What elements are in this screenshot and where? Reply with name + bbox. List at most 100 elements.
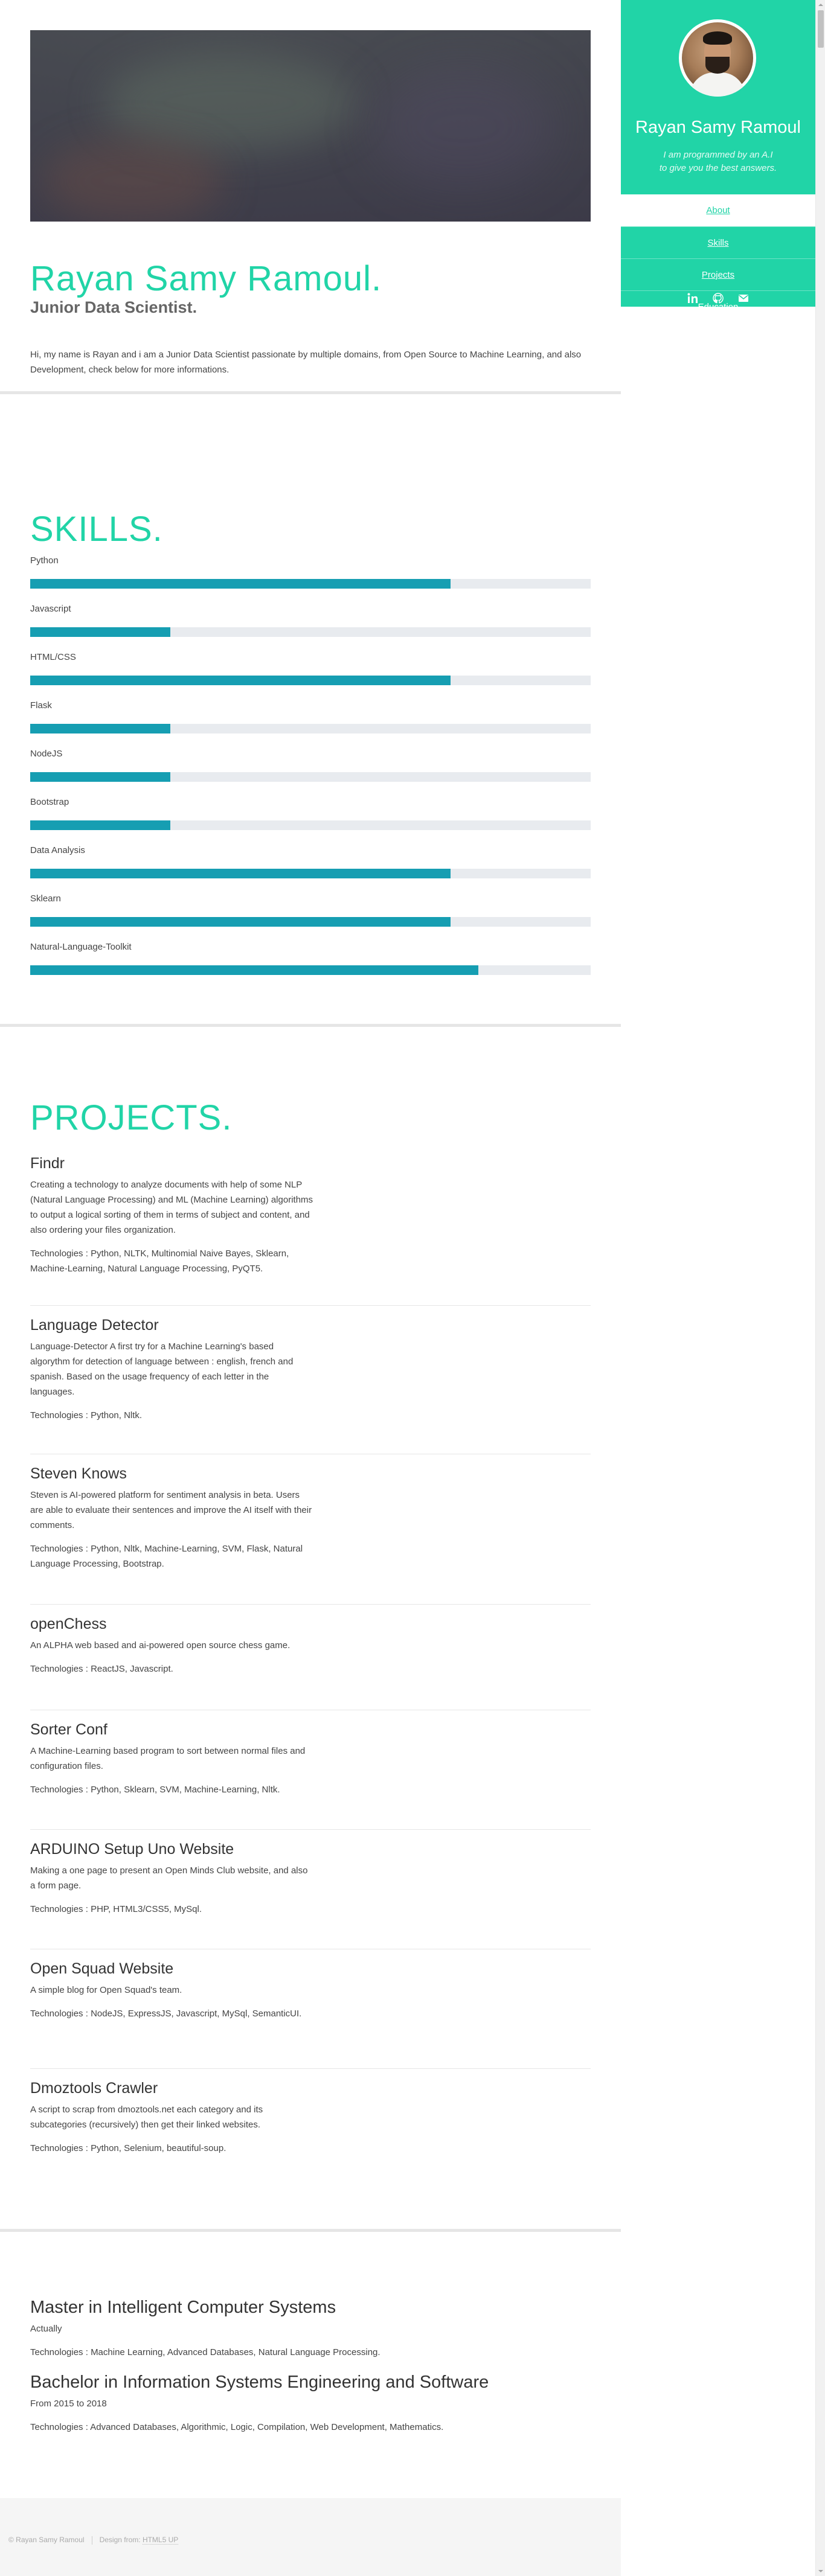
section-divider: [0, 1024, 621, 1027]
skill-progress-track: [30, 772, 591, 782]
skill-progress-fill: [30, 724, 170, 733]
skill-label: HTML/CSS: [30, 652, 76, 662]
project-title: Sorter Conf: [30, 1721, 108, 1738]
project-technologies: Technologies : Python, Selenium, beautif…: [30, 2143, 226, 2153]
skill-progress-fill: [30, 820, 170, 830]
project-technologies: Technologies : Python, Sklearn, SVM, Mac…: [30, 1785, 280, 1795]
avatar: [679, 19, 756, 97]
education-technologies: Technologies : Advanced Databases, Algor…: [30, 2422, 444, 2432]
project-item: Language Detector Language-Detector A fir…: [30, 1317, 591, 1454]
sidebar: Rayan Samy Ramoul I am programmed by an …: [621, 0, 815, 312]
skill-progress-track: [30, 627, 591, 637]
tagline-line-1: I am programmed by an A.I: [663, 150, 773, 160]
skill-progress-track: [30, 676, 591, 685]
project-technologies: Technologies : Python, NLTK, Multinomial…: [30, 1248, 289, 1274]
project-title: Open Squad Website: [30, 1960, 174, 1977]
footer-copyright: © Rayan Samy Ramoul: [8, 2536, 85, 2544]
section-divider: [0, 2229, 621, 2232]
project-item: Sorter Conf A Machine-Learning based prog…: [30, 1721, 591, 1830]
education-title: Master in Intelligent Computer Systems: [30, 2298, 336, 2317]
skill-label: Flask: [30, 700, 52, 711]
skill-progress-fill: [30, 965, 479, 975]
social-links: [621, 292, 815, 304]
project-item: Open Squad Website A simple blog for Open…: [30, 1960, 591, 2069]
page-scrollbar[interactable]: [815, 0, 825, 2576]
skill-item: NodeJS: [30, 747, 591, 795]
education-technologies: Technologies : Machine Learning, Advance…: [30, 2347, 380, 2357]
project-description: A simple blog for Open Squad's team.: [30, 1985, 182, 1995]
skill-label: Sklearn: [30, 893, 61, 904]
scroll-down-arrow-icon[interactable]: [816, 2566, 825, 2576]
project-item: openChess An ALPHA web based and ai-power…: [30, 1616, 591, 1710]
about-name-heading: Rayan Samy Ramoul.: [30, 259, 382, 298]
nav-item-projects[interactable]: Projects: [621, 258, 815, 290]
project-technologies: Technologies : PHP, HTML3/CSS5, MySql.: [30, 1904, 202, 1914]
sidebar-name: Rayan Samy Ramoul: [635, 118, 801, 137]
skill-progress-track: [30, 820, 591, 830]
skill-item: Python: [30, 554, 591, 602]
footer: © Rayan Samy Ramoul Design from: HTML5 UP: [0, 2498, 621, 2576]
footer-design-link[interactable]: HTML5 UP: [142, 2536, 179, 2545]
education-period: From 2015 to 2018: [30, 2399, 107, 2409]
project-title: Steven Knows: [30, 1465, 127, 1482]
project-title: ARDUINO Setup Uno Website: [30, 1841, 234, 1858]
project-item: Findr Creating a technology to analyze do…: [30, 1155, 591, 1306]
project-title: Language Detector: [30, 1317, 159, 1334]
skill-progress-fill: [30, 676, 451, 685]
skill-label: NodeJS: [30, 749, 63, 759]
skill-progress-track: [30, 724, 591, 733]
hero-banner-image: [30, 30, 591, 222]
project-title: Dmoztools Crawler: [30, 2080, 158, 2097]
skill-label: Data Analysis: [30, 845, 85, 855]
skill-progress-fill: [30, 627, 170, 637]
skill-item: Javascript: [30, 602, 591, 650]
tagline-line-2: to give you the best answers.: [659, 163, 777, 173]
project-technologies: Technologies : Python, Nltk.: [30, 1410, 143, 1421]
project-description: An ALPHA web based and ai-powered open s…: [30, 1640, 291, 1651]
nav-item-about[interactable]: About: [621, 194, 815, 226]
scrollbar-thumb[interactable]: [818, 10, 824, 48]
skill-progress-fill: [30, 869, 451, 878]
skill-item: Natural-Language-Toolkit: [30, 940, 591, 988]
skill-label: Bootstrap: [30, 797, 69, 807]
project-title: Findr: [30, 1155, 65, 1172]
sidebar-header: Rayan Samy Ramoul I am programmed by an …: [621, 0, 815, 194]
education-item: Bachelor in Information Systems Engineer…: [30, 2373, 591, 2435]
project-description: Steven is AI-powered platform for sentim…: [30, 1490, 312, 1530]
skill-label: Javascript: [30, 604, 71, 614]
about-subtitle: Junior Data Scientist.: [30, 298, 197, 316]
skill-item: Sklearn: [30, 892, 591, 940]
footer-design-prefix: Design from:: [99, 2536, 141, 2544]
skill-item: Data Analysis: [30, 843, 591, 892]
about-text: Hi, my name is Rayan and i am a Junior D…: [30, 350, 582, 375]
project-description: A Machine-Learning based program to sort…: [30, 1746, 306, 1771]
projects-heading: PROJECTS.: [30, 1098, 233, 1137]
nav-item-skills[interactable]: Skills: [621, 226, 815, 258]
education-period: Actually: [30, 2324, 62, 2334]
section-divider: [0, 391, 621, 394]
project-description: Making a one page to present an Open Min…: [30, 1865, 308, 1891]
skills-list: Python Javascript HTML/CSS Flask NodeJS Boots…: [30, 554, 591, 988]
skill-label: Natural-Language-Toolkit: [30, 942, 132, 952]
project-item: Steven Knows Steven is AI-powered platfor…: [30, 1465, 591, 1605]
skill-progress-fill: [30, 917, 451, 927]
github-icon[interactable]: [712, 292, 724, 304]
project-description: A script to scrap from dmoztools.net eac…: [30, 2105, 263, 2130]
skill-item: Flask: [30, 698, 591, 747]
email-icon[interactable]: [737, 292, 750, 304]
sidebar-tagline: I am programmed by an A.I to give you th…: [621, 149, 815, 175]
project-item: Dmoztools Crawler A script to scrap from …: [30, 2080, 591, 2181]
project-description: Language-Detector A first try for a Mach…: [30, 1341, 294, 1397]
project-title: openChess: [30, 1616, 107, 1632]
project-item: ARDUINO Setup Uno Website Making a one pa…: [30, 1841, 591, 1949]
project-technologies: Technologies : ReactJS, Javascript.: [30, 1664, 173, 1674]
education-item: Master in Intelligent Computer Systems Ac…: [30, 2298, 591, 2360]
skill-label: Python: [30, 555, 59, 566]
project-technologies: Technologies : NodeJS, ExpressJS, Javasc…: [30, 2009, 302, 2019]
project-technologies: Technologies : Python, Nltk, Machine-Lea…: [30, 1544, 303, 1569]
scroll-up-arrow-icon[interactable]: [816, 0, 825, 10]
skill-item: Bootstrap: [30, 795, 591, 843]
linkedin-icon[interactable]: [687, 292, 699, 304]
education-title: Bachelor in Information Systems Engineer…: [30, 2373, 489, 2392]
skills-heading: SKILLS.: [30, 510, 163, 549]
